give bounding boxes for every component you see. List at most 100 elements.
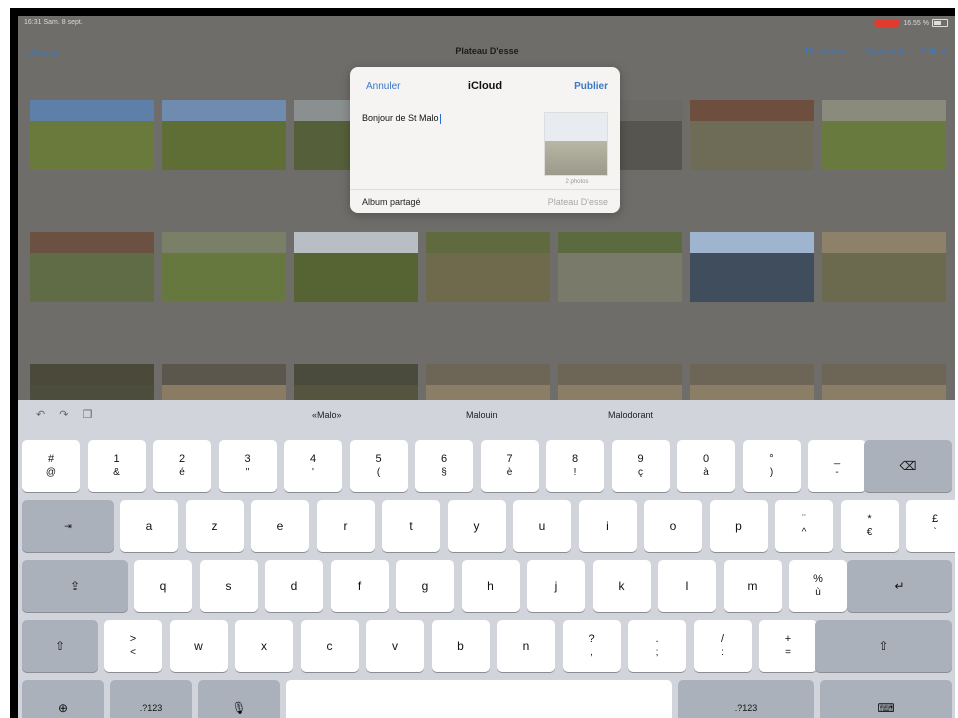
suggestion-3[interactable]: Malodorant <box>608 410 653 420</box>
key-z[interactable]: z <box>185 500 244 552</box>
key-m[interactable]: m <box>723 560 782 612</box>
key-l[interactable]: l <box>658 560 716 612</box>
photo-thumbnail[interactable] <box>162 100 286 170</box>
key-2-symbol[interactable]: 2é <box>153 440 211 492</box>
key-d[interactable]: d <box>265 560 323 612</box>
key-r[interactable]: r <box>316 500 375 552</box>
photo-thumbnail[interactable] <box>558 232 682 302</box>
photo-thumbnail[interactable] <box>822 232 946 302</box>
key-9-symbol[interactable]: 9ç <box>611 440 670 492</box>
key-p[interactable]: p <box>709 500 768 552</box>
tab-key[interactable]: ⇥ <box>22 500 114 552</box>
undo-icon[interactable]: ↶ <box>36 408 45 421</box>
photo-thumbnail[interactable] <box>426 232 550 302</box>
key-k[interactable]: k <box>592 560 651 612</box>
post-button[interactable]: Publier <box>574 81 608 92</box>
key-upper-label: 1 <box>113 453 120 465</box>
globe-key[interactable]: ⊕ <box>22 680 104 718</box>
key-punct-1[interactable]: .; <box>628 620 686 672</box>
key-a[interactable]: a <box>120 500 178 552</box>
key-punct-2[interactable]: /: <box>693 620 752 672</box>
dictation-key[interactable]: 🎙 <box>198 680 280 718</box>
key-lower-label: : <box>721 647 724 658</box>
message-field[interactable]: Bonjour de St Malo <box>362 113 441 124</box>
photo-thumbnail[interactable] <box>30 100 154 170</box>
photo-thumbnail[interactable] <box>162 232 286 302</box>
key-g[interactable]: g <box>396 560 454 612</box>
key-lower-label: è <box>506 467 513 478</box>
photo-thumbnail[interactable] <box>30 232 154 302</box>
key-6-symbol[interactable]: 6 § <box>415 440 473 492</box>
key-j[interactable]: j <box>527 560 585 612</box>
key-upper-label: _ <box>833 453 841 465</box>
key-c[interactable]: c <box>300 620 359 672</box>
key-4-symbol[interactable]: 4 ' <box>284 440 342 492</box>
key-12-symbol[interactable]: _ - <box>808 440 866 492</box>
key-5-symbol[interactable]: 5( <box>349 440 408 492</box>
key-extra-0[interactable]: ¨ ^ <box>775 500 833 552</box>
key-e[interactable]: e <box>251 500 309 552</box>
key-h[interactable]: h <box>461 560 520 612</box>
shared-album-label: Album partagé <box>362 197 421 207</box>
key-x[interactable]: x <box>235 620 293 672</box>
key-v[interactable]: v <box>366 620 424 672</box>
photo-thumbnail[interactable] <box>822 100 946 170</box>
key-3-symbol[interactable]: 3 " <box>218 440 277 492</box>
key-lower-label: < <box>130 647 136 658</box>
key-upper-label: + <box>784 633 792 645</box>
key-i[interactable]: i <box>578 500 637 552</box>
key-10-symbol[interactable]: 0à <box>677 440 735 492</box>
key-1-symbol[interactable]: 1 & <box>87 440 146 492</box>
key-extra-1[interactable]: * € <box>840 500 899 552</box>
key-8-symbol[interactable]: 8! <box>546 440 604 492</box>
key-n[interactable]: n <box>497 620 555 672</box>
numbers-key-right[interactable]: .?123 <box>678 680 814 718</box>
key-t[interactable]: t <box>382 500 440 552</box>
space-bar[interactable] <box>286 680 672 718</box>
suggestion-1[interactable]: «Malo» <box>312 410 342 420</box>
key-lower-label: , <box>590 647 593 658</box>
key-angle-brackets[interactable]: > < <box>104 620 162 672</box>
key-punct-0[interactable]: ?, <box>562 620 621 672</box>
photo-thumbnail[interactable] <box>294 232 418 302</box>
return-key[interactable]: ↵ <box>847 560 952 612</box>
key-percent[interactable]: % ù <box>789 560 847 612</box>
redo-icon[interactable]: ↷ <box>59 408 68 421</box>
share-sheet-header: Annuler iCloud Publier <box>350 67 620 103</box>
key-lower-label: ( <box>376 467 381 478</box>
key-7-symbol[interactable]: 7è <box>480 440 539 492</box>
divider <box>350 189 620 190</box>
key-lower-label: " <box>245 467 250 478</box>
key-upper-label: # <box>47 453 55 465</box>
key-s[interactable]: s <box>199 560 258 612</box>
key-extra-2[interactable]: £ ` <box>906 500 955 552</box>
key-y[interactable]: y <box>447 500 506 552</box>
key-upper-label: ¨ <box>802 513 806 525</box>
photo-thumbnail[interactable] <box>690 100 814 170</box>
key-o[interactable]: o <box>644 500 702 552</box>
shift-left-key[interactable]: ⇧ <box>22 620 98 672</box>
suggestion-2[interactable]: Malouin <box>466 410 498 420</box>
key-q[interactable]: q <box>134 560 192 612</box>
paste-icon[interactable]: ❐ <box>82 408 92 421</box>
numbers-key-left[interactable]: .?123 <box>110 680 192 718</box>
key-upper-label: % <box>813 573 823 585</box>
shift-right-key[interactable]: ⇧ <box>815 620 952 672</box>
key-u[interactable]: u <box>513 500 571 552</box>
key-0-symbol[interactable]: # @ <box>22 440 80 492</box>
key-lower-label: ` <box>933 527 937 538</box>
key-lower-label: ù <box>815 587 821 598</box>
key-punct-3[interactable]: + = <box>759 620 817 672</box>
key-b[interactable]: b <box>431 620 490 672</box>
key-w[interactable]: w <box>169 620 228 672</box>
keyboard: ↶ ↷ ❐ «Malo» Malouin Malodorant # @1 & 2 é 3 "… <box>18 400 955 718</box>
photo-thumbnail[interactable] <box>690 232 814 302</box>
shared-album-value[interactable]: Plateau D'esse <box>548 197 608 207</box>
cancel-button[interactable]: Annuler <box>366 81 400 92</box>
key-f[interactable]: f <box>330 560 389 612</box>
caps-lock-key[interactable]: ⇪ <box>22 560 128 612</box>
key-lower-label: é <box>179 467 185 478</box>
delete-key[interactable]: ⌫ <box>864 440 952 492</box>
key-11-symbol[interactable]: °) <box>742 440 801 492</box>
hide-keyboard-key[interactable]: ⌨ <box>820 680 952 718</box>
